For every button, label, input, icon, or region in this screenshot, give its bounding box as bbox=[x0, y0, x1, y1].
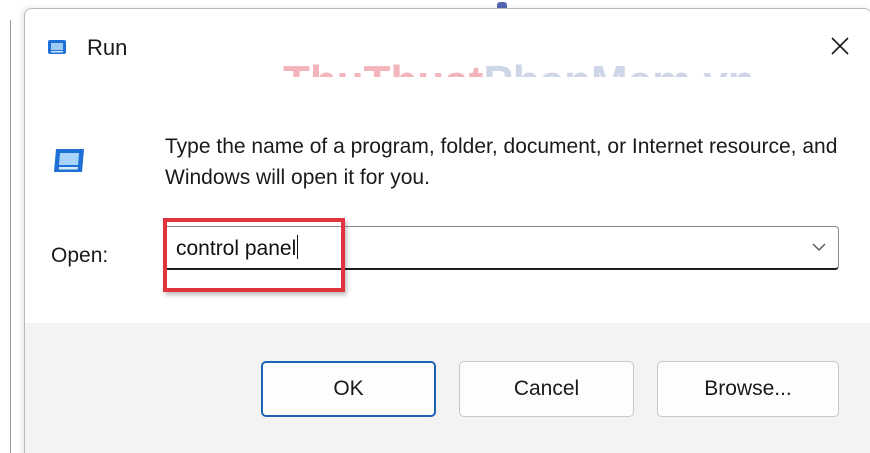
browse-button[interactable]: Browse... bbox=[657, 361, 839, 417]
run-app-icon bbox=[51, 146, 87, 176]
highlight-annotation bbox=[163, 218, 345, 292]
open-label: Open: bbox=[51, 244, 109, 267]
screenshot-page: Run ThuThuatPhanMem.vn Type t bbox=[0, 0, 870, 453]
dropdown-button[interactable] bbox=[808, 237, 830, 259]
background-window-edge bbox=[10, 20, 11, 453]
run-dialog: Run ThuThuatPhanMem.vn Type t bbox=[24, 8, 870, 453]
close-button[interactable] bbox=[823, 31, 857, 65]
dialog-footer: OK Cancel Browse... bbox=[25, 323, 870, 453]
dialog-description: Type the name of a program, folder, docu… bbox=[165, 135, 838, 189]
window-title: Run bbox=[87, 35, 128, 60]
chevron-down-icon bbox=[811, 239, 827, 257]
dialog-content: Type the name of a program, folder, docu… bbox=[25, 77, 870, 323]
run-app-icon bbox=[47, 39, 67, 55]
close-icon bbox=[830, 36, 850, 61]
ok-button[interactable]: OK bbox=[261, 361, 436, 417]
cancel-button[interactable]: Cancel bbox=[459, 361, 634, 417]
